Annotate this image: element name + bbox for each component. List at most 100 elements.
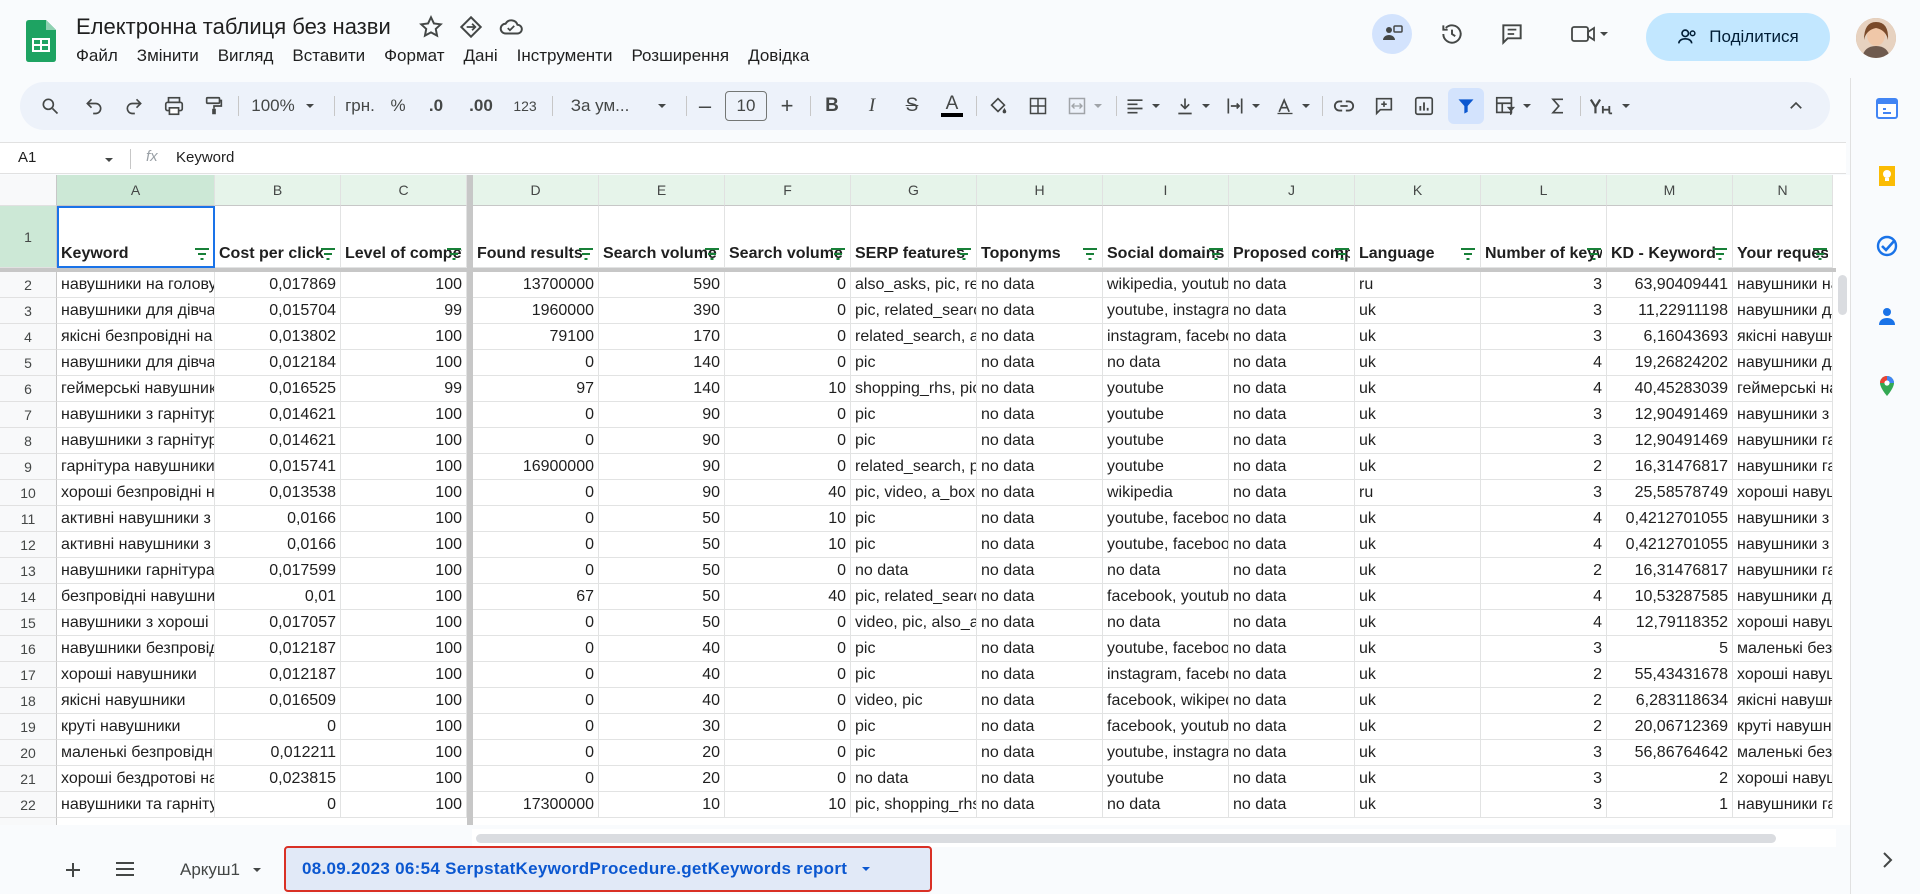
- table-cell[interactable]: 100: [341, 480, 467, 506]
- table-cell[interactable]: 100: [341, 740, 467, 766]
- table-cell[interactable]: 0,017869: [215, 272, 341, 298]
- table-cell[interactable]: 0: [473, 506, 599, 532]
- table-cell[interactable]: pic: [851, 740, 977, 766]
- column-header-i[interactable]: I: [1103, 175, 1229, 206]
- horizontal-align-button[interactable]: [1120, 82, 1166, 130]
- table-cell[interactable]: pic, related_search: [851, 298, 977, 324]
- table-cell[interactable]: 30: [599, 714, 725, 740]
- table-cell[interactable]: pic: [851, 714, 977, 740]
- table-cell[interactable]: круті навушники: [57, 714, 215, 740]
- table-cell[interactable]: 3: [1481, 480, 1607, 506]
- table-cell[interactable]: маленькі безпровідні: [57, 740, 215, 766]
- column-header-j[interactable]: J: [1229, 175, 1355, 206]
- table-cell[interactable]: uk: [1355, 792, 1481, 818]
- table-cell[interactable]: 6,283118634: [1607, 688, 1733, 714]
- contacts-icon[interactable]: [1875, 304, 1899, 328]
- table-cell[interactable]: 0,4212701055: [1607, 532, 1733, 558]
- table-cell[interactable]: маленькі безп: [1733, 740, 1833, 766]
- table-cell[interactable]: навушники з: [1733, 506, 1833, 532]
- header-cell[interactable]: Keyword: [57, 206, 215, 268]
- table-cell[interactable]: навушники з: [1733, 532, 1833, 558]
- table-cell[interactable]: no data: [977, 480, 1103, 506]
- table-cell[interactable]: 0,013802: [215, 324, 341, 350]
- table-cell[interactable]: no data: [1229, 298, 1355, 324]
- table-cell[interactable]: 20: [599, 740, 725, 766]
- header-cell[interactable]: Language: [1355, 206, 1481, 268]
- table-cell[interactable]: гарнітура навушники: [57, 454, 215, 480]
- font-select[interactable]: За ум...: [558, 82, 680, 130]
- sheet-tab-1[interactable]: Аркуш1: [180, 860, 262, 880]
- row-header[interactable]: 9: [0, 454, 57, 480]
- table-cell[interactable]: 0: [725, 272, 851, 298]
- table-cell[interactable]: 0,013538: [215, 480, 341, 506]
- table-cell[interactable]: 63,90409441: [1607, 272, 1733, 298]
- menu-extensions[interactable]: Розширення: [631, 46, 738, 66]
- row-header[interactable]: 17: [0, 662, 57, 688]
- table-cell[interactable]: 100: [341, 688, 467, 714]
- table-cell[interactable]: 0,0166: [215, 506, 341, 532]
- calendar-icon[interactable]: [1875, 96, 1899, 120]
- table-cell[interactable]: no data: [1229, 662, 1355, 688]
- table-cell[interactable]: 100: [341, 506, 467, 532]
- table-cell[interactable]: 0: [725, 662, 851, 688]
- column-header-e[interactable]: E: [599, 175, 725, 206]
- table-cell[interactable]: 3: [1481, 272, 1607, 298]
- table-cell[interactable]: pic: [851, 428, 977, 454]
- table-cell[interactable]: 4: [1481, 506, 1607, 532]
- filter-icon[interactable]: [578, 248, 594, 260]
- table-cell[interactable]: no data: [977, 350, 1103, 376]
- table-cell[interactable]: хороші навуш: [1733, 766, 1833, 792]
- table-cell[interactable]: 0: [725, 324, 851, 350]
- table-cell[interactable]: 50: [599, 532, 725, 558]
- table-cell[interactable]: хороші навуш: [1733, 480, 1833, 506]
- table-cell[interactable]: no data: [977, 610, 1103, 636]
- filter-icon[interactable]: [446, 248, 462, 260]
- star-icon[interactable]: [418, 14, 444, 40]
- table-cell[interactable]: 10: [725, 792, 851, 818]
- header-cell[interactable]: Toponyms: [977, 206, 1103, 268]
- table-cell[interactable]: uk: [1355, 584, 1481, 610]
- table-cell[interactable]: 100: [341, 636, 467, 662]
- table-cell[interactable]: навушники для дівчат: [57, 350, 215, 376]
- table-cell[interactable]: навушники га: [1733, 428, 1833, 454]
- table-cell[interactable]: навушники з хороші: [57, 610, 215, 636]
- header-cell[interactable]: Proposed competitors: [1229, 206, 1355, 268]
- row-header[interactable]: 12: [0, 532, 57, 558]
- table-cell[interactable]: хороші навушники: [57, 662, 215, 688]
- table-cell[interactable]: активні навушники з: [57, 532, 215, 558]
- table-cell[interactable]: геймерські навушники: [57, 376, 215, 402]
- table-cell[interactable]: якісні навушн: [1733, 688, 1833, 714]
- table-cell[interactable]: uk: [1355, 740, 1481, 766]
- table-cell[interactable]: related_search, p: [851, 454, 977, 480]
- row-header[interactable]: 22: [0, 792, 57, 818]
- table-cell[interactable]: 90: [599, 402, 725, 428]
- chevron-down-icon[interactable]: [104, 155, 114, 165]
- table-cell[interactable]: навушники га: [1733, 454, 1833, 480]
- table-cell[interactable]: uk: [1355, 454, 1481, 480]
- table-cell[interactable]: uk: [1355, 610, 1481, 636]
- table-cell[interactable]: 90: [599, 480, 725, 506]
- meeting-button[interactable]: [1372, 14, 1412, 54]
- table-cell[interactable]: 10: [725, 506, 851, 532]
- table-cell[interactable]: youtube: [1103, 454, 1229, 480]
- table-cell[interactable]: 2: [1607, 766, 1733, 792]
- table-cell[interactable]: no data: [1229, 454, 1355, 480]
- table-cell[interactable]: no data: [977, 714, 1103, 740]
- table-cell[interactable]: 40: [725, 584, 851, 610]
- table-cell[interactable]: no data: [977, 792, 1103, 818]
- more-formats-button[interactable]: 123: [504, 82, 546, 130]
- table-cell[interactable]: no data: [977, 324, 1103, 350]
- table-cell[interactable]: 79100: [473, 324, 599, 350]
- table-cell[interactable]: безпровідні навушники: [57, 584, 215, 610]
- table-cell[interactable]: 17300000: [473, 792, 599, 818]
- table-cell[interactable]: uk: [1355, 376, 1481, 402]
- table-cell[interactable]: 3: [1481, 766, 1607, 792]
- table-cell[interactable]: навушники для: [1733, 350, 1833, 376]
- table-cell[interactable]: 100: [341, 324, 467, 350]
- table-cell[interactable]: wikipedia, youtube: [1103, 272, 1229, 298]
- table-cell[interactable]: wikipedia: [1103, 480, 1229, 506]
- table-cell[interactable]: навушники га: [1733, 558, 1833, 584]
- header-cell[interactable]: Cost per click: [215, 206, 341, 268]
- table-cell[interactable]: youtube, facebook: [1103, 532, 1229, 558]
- input-tools-button[interactable]: [1586, 82, 1634, 130]
